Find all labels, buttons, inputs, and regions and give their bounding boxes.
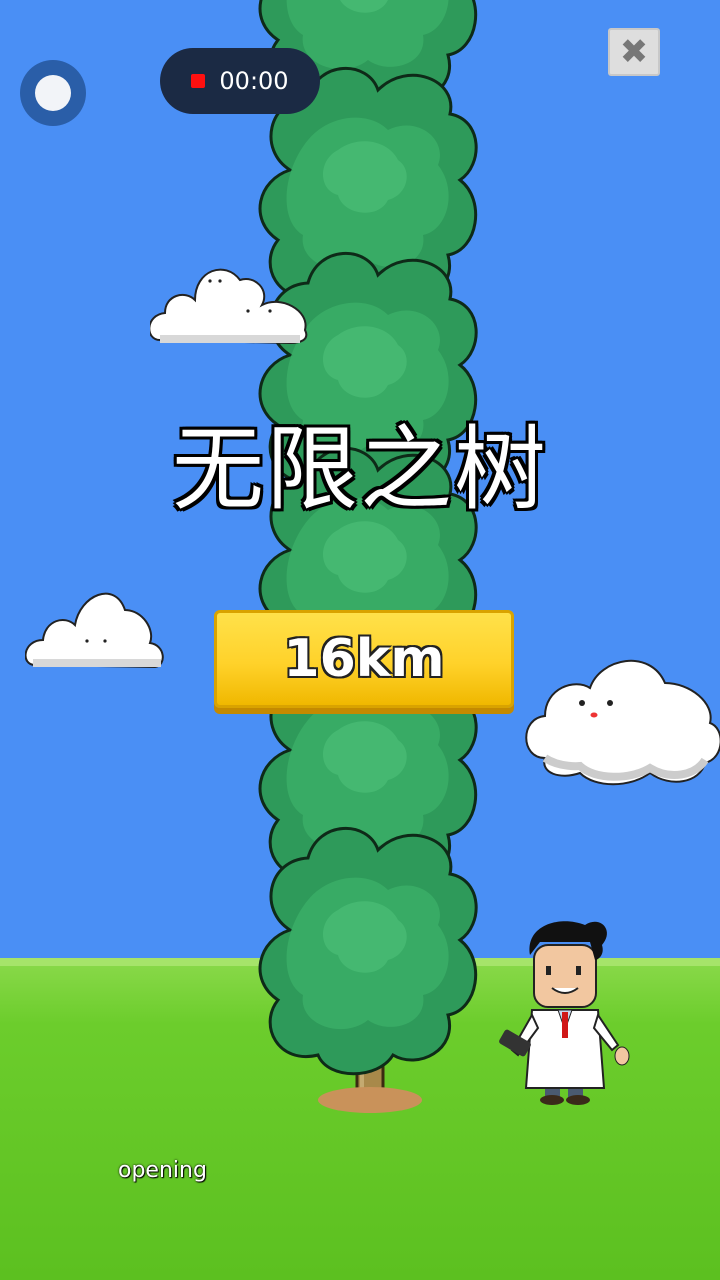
cloud-large-right xyxy=(525,659,720,786)
game-title: 无限之树 xyxy=(171,416,548,523)
cloud-small-top xyxy=(150,268,308,345)
close-button[interactable]: ✖ xyxy=(608,28,660,76)
scientist-character xyxy=(499,921,630,1105)
status-label: opening xyxy=(118,1158,207,1183)
record-toggle-button[interactable] xyxy=(20,60,86,126)
distance-value: 16km xyxy=(283,629,445,689)
cloud-small-left xyxy=(25,592,164,669)
distance-badge: 16km xyxy=(214,610,514,708)
close-icon: ✖ xyxy=(619,32,649,72)
stop-icon[interactable] xyxy=(191,74,206,88)
recording-indicator[interactable]: 00:00 xyxy=(160,48,320,114)
recording-timer: 00:00 xyxy=(219,67,289,95)
record-toggle-icon xyxy=(35,75,71,111)
game-scene: 无限之树 16km opening xyxy=(0,0,720,1280)
